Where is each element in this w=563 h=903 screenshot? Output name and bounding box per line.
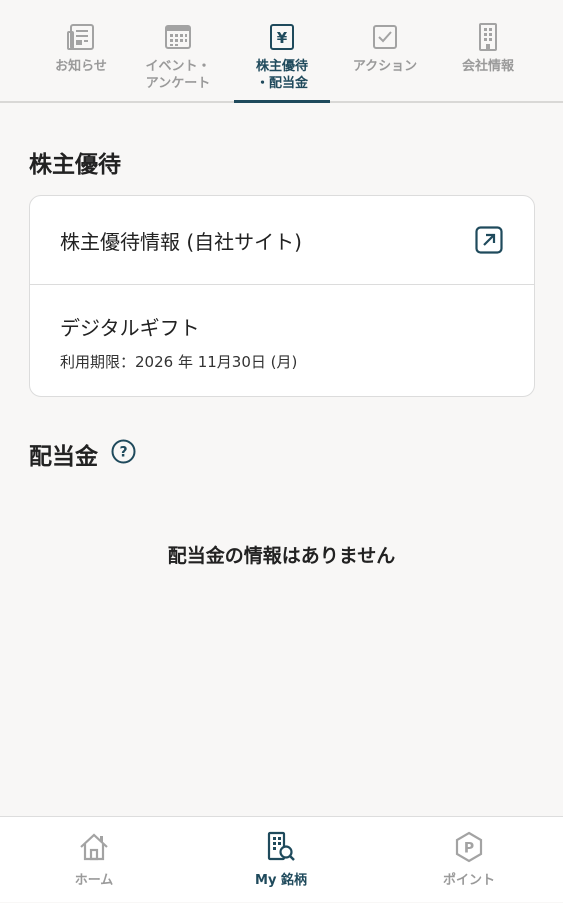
home-icon xyxy=(78,831,110,863)
benefits-section-title: 株主優待 xyxy=(29,152,121,178)
top-tab-bar: お知らせ イベント・ アンケート ¥ 株主優待 ・配当金 アクション 会社情報 xyxy=(0,0,563,103)
bottom-nav-label: ポイント xyxy=(442,873,495,888)
building-search-icon xyxy=(265,831,297,863)
tab-label: イベント・ アンケート xyxy=(145,59,211,91)
bottom-nav-points[interactable]: P ポイント xyxy=(375,817,563,903)
tab-label: お知らせ xyxy=(55,59,107,74)
digital-gift-expiry: 利用期限：2026 年 11月30日 (月) xyxy=(60,353,298,371)
tab-label: 会社情報 xyxy=(461,59,514,74)
bottom-nav-bar: ホーム My 銘柄 P ポイント xyxy=(0,816,563,902)
bottom-nav-my-stocks[interactable]: My 銘柄 xyxy=(187,817,375,903)
bottom-nav-label: My 銘柄 xyxy=(255,873,307,888)
external-link-icon[interactable] xyxy=(475,226,503,254)
tab-label: アクション xyxy=(352,59,418,74)
bottom-nav-home[interactable]: ホーム xyxy=(0,817,188,903)
benefits-info-link-label: 株主優待情報 (自社サイト) xyxy=(60,230,302,254)
tab-actions[interactable]: アクション xyxy=(337,0,433,101)
svg-text:¥: ¥ xyxy=(277,29,288,47)
tab-events-surveys[interactable]: イベント・ アンケート xyxy=(130,0,226,101)
yen-icon: ¥ xyxy=(267,22,297,52)
tab-news[interactable]: お知らせ xyxy=(33,0,129,101)
digital-gift-title: デジタルギフト xyxy=(60,316,200,340)
bottom-nav-label: ホーム xyxy=(74,873,114,888)
card-divider xyxy=(30,284,534,285)
benefits-card: 株主優待情報 (自社サイト) デジタルギフト 利用期限：2026 年 11月30… xyxy=(29,195,535,397)
tab-company-info[interactable]: 会社情報 xyxy=(440,0,536,101)
tab-benefits-dividends[interactable]: ¥ 株主優待 ・配当金 xyxy=(234,0,330,103)
newspaper-icon xyxy=(66,22,96,52)
tab-label: 株主優待 ・配当金 xyxy=(255,59,308,91)
svg-text:P: P xyxy=(464,841,474,857)
help-icon[interactable]: ? xyxy=(111,439,136,464)
svg-text:?: ? xyxy=(119,445,127,461)
benefits-info-link[interactable]: 株主優待情報 (自社サイト) xyxy=(30,196,534,284)
calendar-icon xyxy=(163,22,193,52)
dividends-section-title: 配当金 xyxy=(29,444,98,470)
checkbox-icon xyxy=(370,22,400,52)
active-tab-indicator xyxy=(234,100,330,103)
building-icon xyxy=(473,22,503,52)
dividends-empty-message: 配当金の情報はありません xyxy=(167,545,396,567)
point-hexagon-icon: P xyxy=(453,831,485,863)
